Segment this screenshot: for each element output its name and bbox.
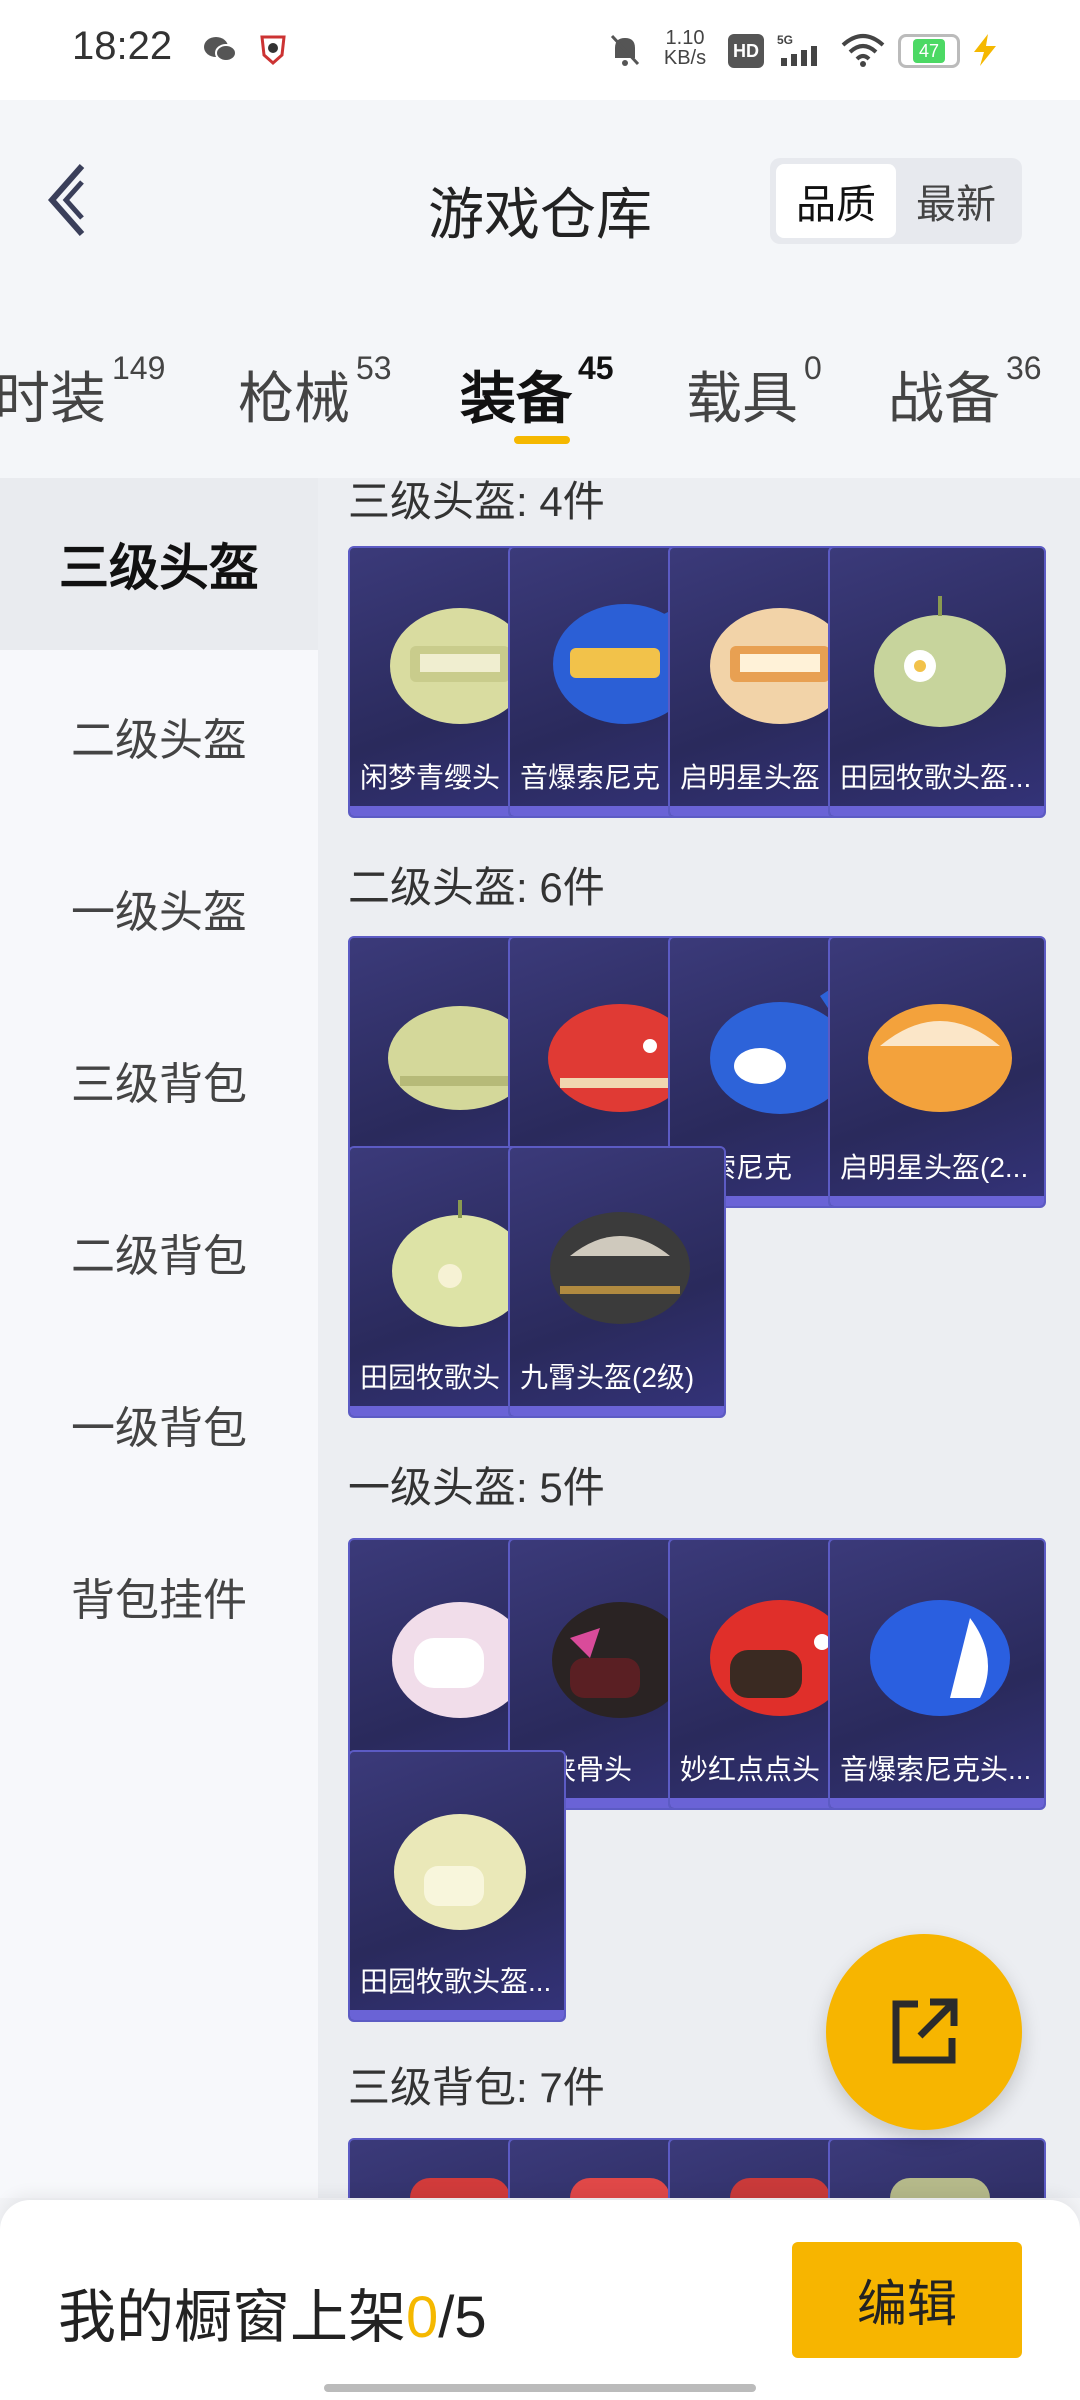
item-card[interactable]: 田园牧歌头盔...	[348, 1750, 566, 2022]
sidebar-item-level3-helmet[interactable]: 三级头盔	[0, 478, 318, 650]
game-app-icon	[255, 30, 291, 70]
wechat-icon	[200, 30, 240, 70]
helmet-icon	[550, 1212, 690, 1324]
signal-icon: 5G	[775, 30, 825, 70]
item-card[interactable]: 音爆索尼克头...	[828, 1538, 1046, 1810]
home-indicator	[324, 2384, 756, 2392]
showcase-total: /5	[438, 2285, 487, 2350]
tab-count: 45	[578, 350, 614, 386]
sort-toggle: 品质 最新	[770, 158, 1022, 244]
category-tabs: 时装 149 枪械 53 装备 45 载具 0 战备 36	[0, 320, 1080, 470]
tab-fashion[interactable]: 时装 149	[0, 350, 165, 435]
helmet-icon	[874, 596, 1006, 727]
tab-label: 枪械	[238, 367, 350, 430]
sort-quality-button[interactable]: 品质	[776, 164, 896, 238]
tab-vehicles[interactable]: 载具 0	[686, 350, 822, 435]
helmet-icon	[868, 1004, 1012, 1112]
sidebar-item-level1-helmet[interactable]: 一级头盔	[0, 822, 318, 994]
section-title: 二级头盔: 6件	[348, 864, 605, 911]
charging-bolt-icon	[965, 30, 1005, 70]
battery-icon: 47	[898, 34, 960, 68]
bottom-bar: 我的橱窗上架0/5 编辑	[0, 2200, 1080, 2400]
tab-count: 36	[1006, 350, 1042, 386]
section-title: 三级背包: 7件	[348, 2064, 605, 2111]
sidebar-item-backpack-charm[interactable]: 背包挂件	[0, 1510, 318, 1682]
item-card[interactable]	[828, 2138, 1046, 2198]
tab-equipment[interactable]: 装备 45	[460, 350, 614, 435]
hd-badge: HD	[728, 34, 764, 68]
tab-count: 0	[804, 350, 822, 386]
battery-level: 47	[913, 39, 945, 63]
showcase-label: 我的橱窗上架	[58, 2285, 407, 2350]
item-grid: 三级头盔: 4件 闲梦青缨头 音爆索尼克 启明星头盔 田园牧歌头盔... 二级头…	[318, 478, 1080, 2198]
item-name: 音爆索尼克头...	[840, 1754, 1032, 1785]
edit-button[interactable]: 编辑	[792, 2242, 1022, 2358]
item-name: 九霄头盔(2级)	[520, 1362, 695, 1393]
wifi-icon	[838, 30, 888, 70]
tab-label: 战备	[888, 367, 1000, 430]
item-card[interactable]: 启明星头盔(2...	[828, 936, 1046, 1208]
helmet-icon	[394, 1814, 526, 1930]
tab-count: 53	[356, 350, 392, 386]
sidebar-item-level1-backpack[interactable]: 一级背包	[0, 1338, 318, 1510]
sidebar-item-level2-helmet[interactable]: 二级头盔	[0, 650, 318, 822]
tab-count: 149	[112, 350, 166, 386]
tab-label: 载具	[686, 367, 798, 430]
item-name: 田园牧歌头盔...	[840, 762, 1032, 793]
showcase-current: 0	[406, 2285, 439, 2350]
tab-label: 时装	[0, 367, 106, 430]
backpack-icon	[890, 2178, 990, 2198]
item-name: 启明星头盔(2...	[840, 1152, 1029, 1183]
status-time: 18:22	[72, 24, 173, 68]
tab-label: 装备	[460, 367, 572, 430]
item-card[interactable]: 田园牧歌头盔...	[828, 546, 1046, 818]
showcase-count: 我的橱窗上架0/5	[58, 2270, 487, 2354]
mute-bell-icon	[605, 30, 645, 70]
item-card[interactable]: 九霄头盔(2级)	[508, 1146, 726, 1418]
sidebar-item-level2-backpack[interactable]: 二级背包	[0, 1166, 318, 1338]
sidebar-item-level3-backpack[interactable]: 三级背包	[0, 994, 318, 1166]
sidebar: 三级头盔 二级头盔 一级头盔 三级背包 二级背包 一级背包 背包挂件	[0, 478, 318, 2198]
tab-supplies[interactable]: 战备 36	[888, 350, 1042, 435]
item-name: 田园牧歌头盔...	[360, 1966, 552, 1997]
external-link-icon	[892, 1998, 958, 2064]
status-bar: 18:22 1.10 KB/s HD 5G 47	[0, 0, 1080, 100]
sort-newest-button[interactable]: 最新	[896, 164, 1016, 238]
tab-guns[interactable]: 枪械 53	[238, 350, 392, 435]
section-title: 三级头盔: 4件	[348, 478, 605, 525]
helmet-icon	[870, 1600, 1010, 1716]
active-tab-indicator	[514, 436, 570, 444]
svg-text:5G: 5G	[777, 33, 793, 47]
share-button[interactable]	[826, 1934, 1022, 2130]
network-speed: 1.10 KB/s	[663, 27, 707, 69]
section-title: 一级头盔: 5件	[348, 1464, 605, 1511]
